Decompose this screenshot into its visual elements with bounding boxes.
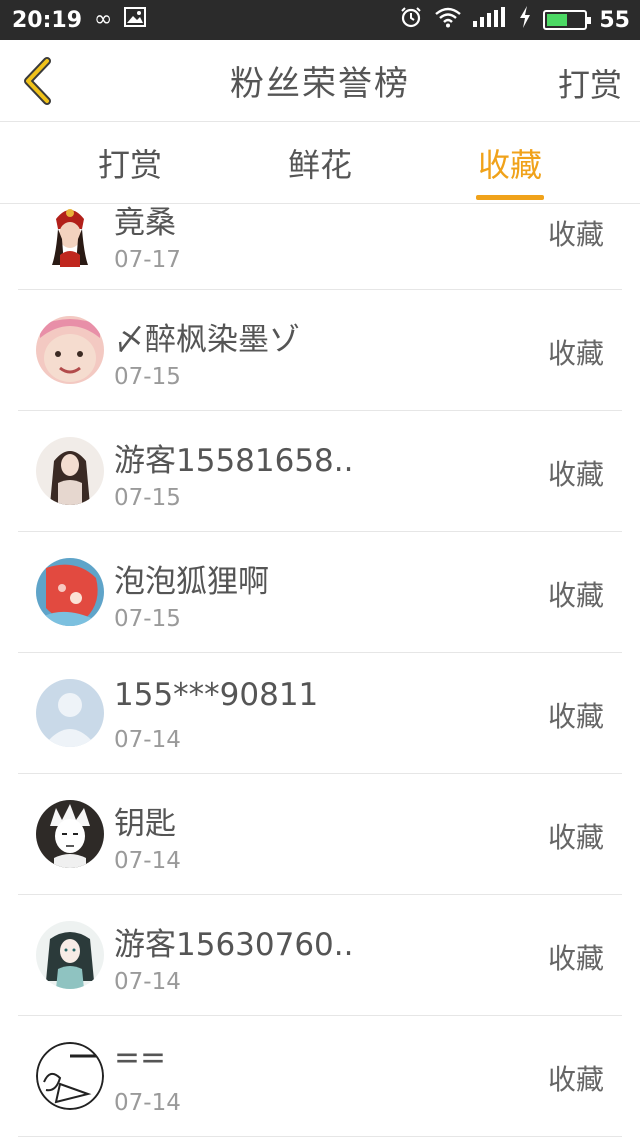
fan-action: 收藏 [547, 337, 604, 370]
active-tab-indicator [476, 195, 544, 200]
avatar [36, 800, 104, 868]
fan-action: 收藏 [547, 700, 604, 733]
fan-name: 游客15581658.. [114, 443, 354, 479]
fan-date: 07-14 [114, 727, 181, 753]
infinity-icon: ∞ [94, 7, 113, 32]
list-item[interactable]: 游客15581658.. 07-15 收藏 [18, 411, 622, 532]
fan-action: 收藏 [547, 579, 604, 612]
status-left: 20:19 ∞ [12, 7, 147, 33]
status-bar: 20:19 ∞ 55 [0, 0, 640, 40]
fan-date: 07-14 [114, 848, 181, 874]
tab-label: 打赏 [97, 146, 162, 184]
fan-date: 07-14 [114, 1090, 181, 1116]
tab-favorites[interactable]: 收藏 [440, 122, 580, 204]
battery-percent: 55 [599, 7, 630, 33]
list-item[interactable]: 泡泡狐狸啊 07-15 收藏 [18, 532, 622, 653]
fan-date: 07-17 [114, 247, 181, 273]
chevron-left-icon [24, 57, 51, 105]
fan-action: 收藏 [547, 942, 604, 975]
fan-name: == [114, 1040, 166, 1076]
fan-date: 07-15 [114, 485, 181, 511]
avatar [36, 679, 104, 747]
list-item[interactable]: 155***90811 07-14 收藏 [18, 653, 622, 774]
list-item[interactable]: 竟桑 07-17 收藏 [18, 204, 622, 290]
fan-action: 收藏 [547, 218, 604, 251]
list-item[interactable]: 〆醉枫染墨ゾ 07-15 收藏 [18, 290, 622, 411]
alarm-icon [399, 5, 423, 35]
signal-icon [473, 7, 507, 33]
list-item[interactable]: 钥匙 07-14 收藏 [18, 774, 622, 895]
fan-action: 收藏 [547, 1063, 604, 1096]
list-item[interactable]: == 07-14 收藏 [18, 1016, 622, 1137]
avatar [36, 316, 104, 384]
reward-button[interactable]: 打赏 [558, 60, 622, 106]
fan-date: 07-15 [114, 364, 181, 390]
fan-name: 钥匙 [114, 806, 176, 842]
fan-date: 07-15 [114, 606, 181, 632]
list-item[interactable]: 游客15630760.. 07-14 收藏 [18, 895, 622, 1016]
avatar [36, 204, 104, 267]
status-time: 20:19 [12, 7, 83, 33]
top-bar: 粉丝荣誉榜 打赏 [0, 40, 640, 122]
avatar [36, 558, 104, 626]
status-right: 55 [399, 5, 630, 35]
page-title: 粉丝荣誉榜 [230, 64, 410, 104]
battery-icon [543, 10, 592, 30]
avatar [36, 1042, 104, 1110]
fan-name: 155***90811 [114, 677, 319, 713]
tab-reward[interactable]: 打赏 [60, 122, 200, 204]
avatar [36, 921, 104, 989]
fan-name: 竟桑 [114, 205, 176, 241]
fan-name: 游客15630760.. [114, 927, 354, 963]
fan-list[interactable]: 竟桑 07-17 收藏 〆醉枫染墨ゾ 07-15 收藏 游客15581658..… [0, 204, 640, 1138]
back-button[interactable] [14, 54, 60, 108]
tab-bar: 打赏 鲜花 收藏 [0, 122, 640, 204]
fan-action: 收藏 [547, 821, 604, 854]
fan-name: 〆醉枫染墨ゾ [114, 322, 300, 358]
charging-icon [519, 6, 531, 34]
image-icon [124, 7, 147, 33]
wifi-icon [435, 6, 462, 34]
tab-label: 鲜花 [287, 146, 352, 184]
avatar [36, 437, 104, 505]
tab-label: 收藏 [477, 146, 542, 184]
fan-name: 泡泡狐狸啊 [114, 564, 269, 600]
tab-flowers[interactable]: 鲜花 [250, 122, 390, 204]
fan-date: 07-14 [114, 969, 181, 995]
battery-level-fill [547, 14, 568, 26]
fan-action: 收藏 [547, 458, 604, 491]
